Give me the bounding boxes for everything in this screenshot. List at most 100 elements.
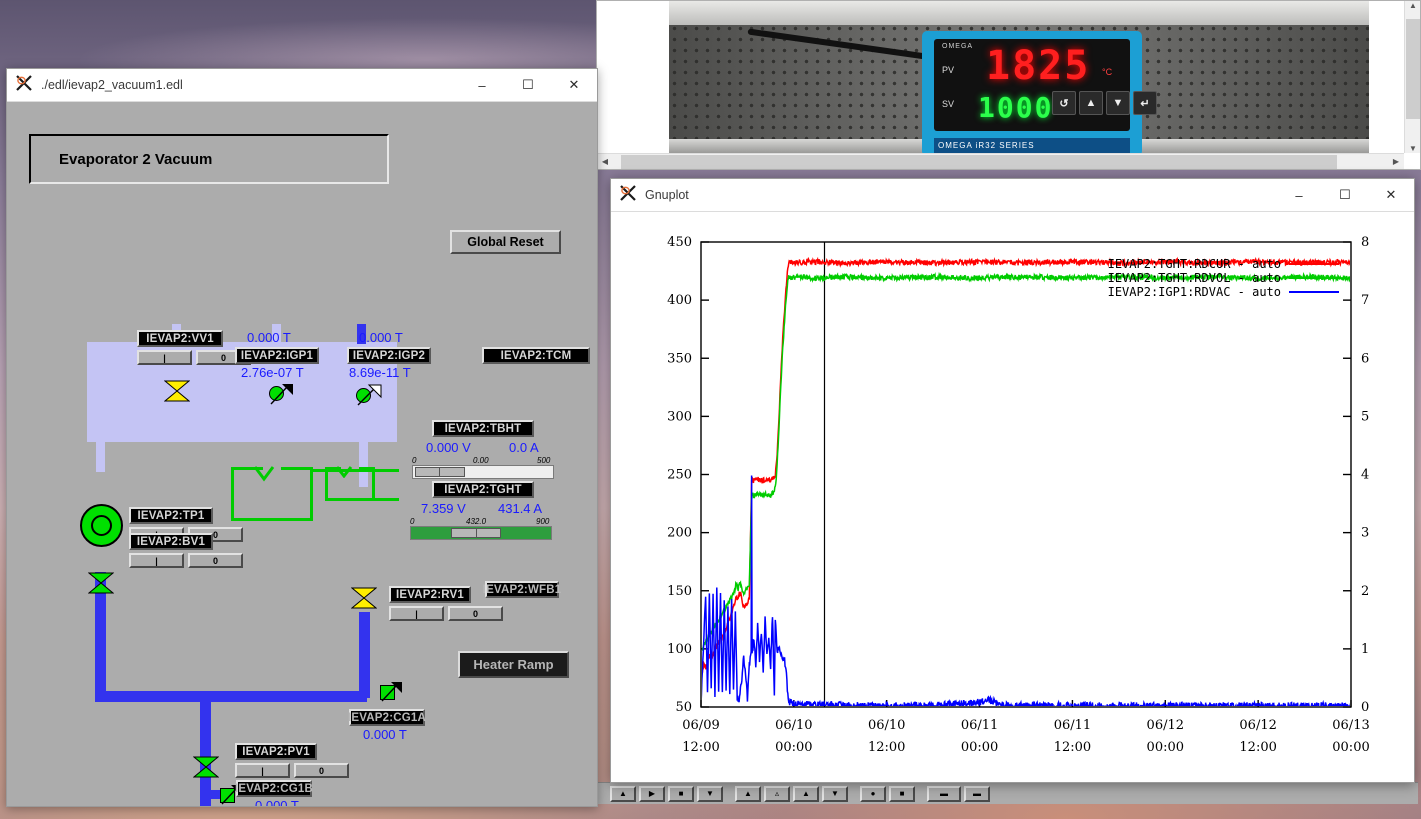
device-label-igp2: IEVAP2:IGP2: [347, 347, 431, 364]
scroll-left-icon[interactable]: ◀: [597, 157, 613, 166]
valve-icon-bv1[interactable]: [88, 572, 114, 594]
toggle-pv1[interactable]: | 0: [235, 763, 349, 778]
minimize-button[interactable]: –: [459, 69, 505, 102]
close-button[interactable]: ✕: [1368, 179, 1414, 212]
heater-notch-icon: [255, 466, 275, 482]
background-app-toolbar: ▲ ▶ ■ ▼ ▲ ▵ ▲ ▼ ● ■ ▬ ▬: [598, 782, 1418, 804]
toolbar-button[interactable]: ▲: [735, 785, 761, 802]
toolbar-button[interactable]: ▲: [793, 785, 819, 802]
svg-text:12:00: 12:00: [1239, 740, 1276, 755]
pv1-on-button[interactable]: |: [235, 763, 290, 778]
photo-horizontal-scrollbar[interactable]: ◀ ▶: [597, 153, 1404, 169]
toolbar-button[interactable]: ▵: [764, 785, 790, 802]
svg-text:200: 200: [667, 526, 692, 541]
scroll-down-icon[interactable]: ▼: [1405, 144, 1420, 153]
toolbar-button[interactable]: ■: [668, 785, 694, 802]
edl-control-window: ./edl/ievap2_vacuum1.edl – ☐ ✕ Evaporato…: [6, 68, 598, 807]
svg-text:06/10: 06/10: [868, 718, 905, 733]
toolbar-button[interactable]: ▬: [927, 785, 961, 802]
toggle-bv1[interactable]: | 0: [129, 553, 243, 568]
gnuplot-title-bar[interactable]: Gnuplot – ☐ ✕: [611, 179, 1414, 212]
furnace-top-rail: [669, 1, 1369, 25]
controller-keypad: ↺ ▲ ▼ ↵: [1052, 91, 1157, 115]
tght-scale-max: 900: [536, 517, 550, 526]
svg-text:7: 7: [1361, 293, 1369, 308]
x11-app-icon: [7, 75, 41, 95]
toggle-vv1[interactable]: | 0: [137, 350, 251, 365]
controller-series-label: OMEGA iR32 SERIES: [934, 138, 1130, 153]
igp2-readout: 8.69e-11 T: [349, 365, 411, 380]
tbht-slider[interactable]: [412, 465, 554, 479]
maximize-button[interactable]: ☐: [505, 69, 551, 102]
tbht-scale-max: 500: [537, 456, 551, 465]
tbht-scale-mid: 0.00: [473, 456, 489, 465]
vscroll-thumb[interactable]: [1406, 19, 1420, 119]
scroll-up-icon[interactable]: ▲: [1405, 1, 1420, 10]
hscroll-thumb[interactable]: [621, 154, 1337, 169]
edl-synoptic-canvas: Evaporator 2 Vacuum Global Reset IEVAP2:…: [7, 102, 597, 806]
pv1-off-button[interactable]: 0: [294, 763, 349, 778]
global-reset-button[interactable]: Global Reset: [450, 230, 561, 254]
svg-text:12:00: 12:00: [868, 740, 905, 755]
tght-scale-min: 0: [410, 517, 415, 526]
edl-title-bar[interactable]: ./edl/ievap2_vacuum1.edl – ☐ ✕: [7, 69, 597, 102]
hscroll-track[interactable]: [613, 154, 1388, 170]
controller-display: OMEGA PV SV 1825 1000 °C ↺ ▲ ▼ ↵: [934, 39, 1157, 131]
minimize-button[interactable]: –: [1276, 179, 1322, 212]
svg-text:06/11: 06/11: [1054, 718, 1091, 733]
svg-text:300: 300: [667, 409, 692, 424]
valve-icon-rv1[interactable]: [351, 587, 377, 609]
heater-ramp-button[interactable]: Heater Ramp: [458, 651, 569, 678]
rv1-off-button[interactable]: 0: [448, 606, 503, 621]
vv1-on-button[interactable]: |: [137, 350, 192, 365]
svg-text:150: 150: [667, 584, 692, 599]
device-label-bv1: IEVAP2:BV1: [129, 533, 213, 550]
photo-vertical-scrollbar[interactable]: ▲ ▼: [1404, 1, 1420, 153]
scroll-right-icon[interactable]: ▶: [1388, 157, 1404, 166]
igp1-top-readout: 0.000 T: [247, 330, 291, 345]
toolbar-button[interactable]: ▶: [639, 785, 665, 802]
svg-text:06/11: 06/11: [961, 718, 998, 733]
toolbar-button[interactable]: ▼: [822, 785, 848, 802]
toolbar-button[interactable]: ●: [860, 785, 886, 802]
bv1-on-button[interactable]: |: [129, 553, 184, 568]
toolbar-button[interactable]: ▼: [697, 785, 723, 802]
svg-text:12:00: 12:00: [1054, 740, 1091, 755]
chart-svg: 50 100 150 200 250 300 350 400 450 0 1 2 3 4 5 6 7 8 06/09…: [667, 235, 1370, 755]
toolbar-button[interactable]: ■: [889, 785, 915, 802]
toolbar-button[interactable]: ▬: [964, 785, 990, 802]
svg-text:4: 4: [1361, 468, 1369, 483]
bv1-off-button[interactable]: 0: [188, 553, 243, 568]
gnuplot-title-text: Gnuplot: [645, 188, 689, 202]
toggle-rv1[interactable]: | 0: [389, 606, 503, 621]
down-key-icon[interactable]: ▼: [1106, 91, 1130, 115]
tght-slider-thumb[interactable]: [451, 528, 502, 538]
enter-key-icon[interactable]: ↵: [1133, 91, 1157, 115]
rv1-on-button[interactable]: |: [389, 606, 444, 621]
pv-label: PV: [942, 65, 955, 75]
device-label-cg1a: IEVAP2:CG1A: [348, 709, 426, 726]
tbht-amps: 0.0 A: [509, 440, 539, 455]
device-label-vv1: IEVAP2:VV1: [137, 330, 223, 347]
camera-photo-window: OMEGA PV SV 1825 1000 °C ↺ ▲ ▼ ↵ OMEGA i…: [596, 0, 1421, 170]
close-button[interactable]: ✕: [551, 69, 597, 102]
tght-slider[interactable]: [410, 526, 552, 540]
edl-window-controls: – ☐ ✕: [459, 69, 597, 102]
svg-text:350: 350: [667, 351, 692, 366]
device-label-pv1: IEVAP2:PV1: [235, 743, 317, 760]
up-key-icon[interactable]: ▲: [1079, 91, 1103, 115]
valve-icon-vv1[interactable]: [164, 380, 190, 402]
tght-volts: 7.359 V: [421, 501, 466, 516]
igp2-top-readout: 0.000 T: [359, 330, 403, 345]
unit-label: °C: [1102, 67, 1113, 77]
tbht-slider-thumb[interactable]: [414, 467, 465, 477]
maximize-button[interactable]: ☐: [1322, 179, 1368, 212]
toolbar-button[interactable]: ▲: [610, 785, 636, 802]
svg-text:06/13: 06/13: [1332, 718, 1369, 733]
gauge-pointer-icon: [381, 682, 402, 702]
reset-key-icon[interactable]: ↺: [1052, 91, 1076, 115]
chamber-to-turbo-line: [96, 442, 105, 472]
svg-text:450: 450: [667, 235, 692, 250]
valve-icon-pv1[interactable]: [193, 756, 219, 778]
svg-text:0: 0: [1361, 700, 1369, 715]
